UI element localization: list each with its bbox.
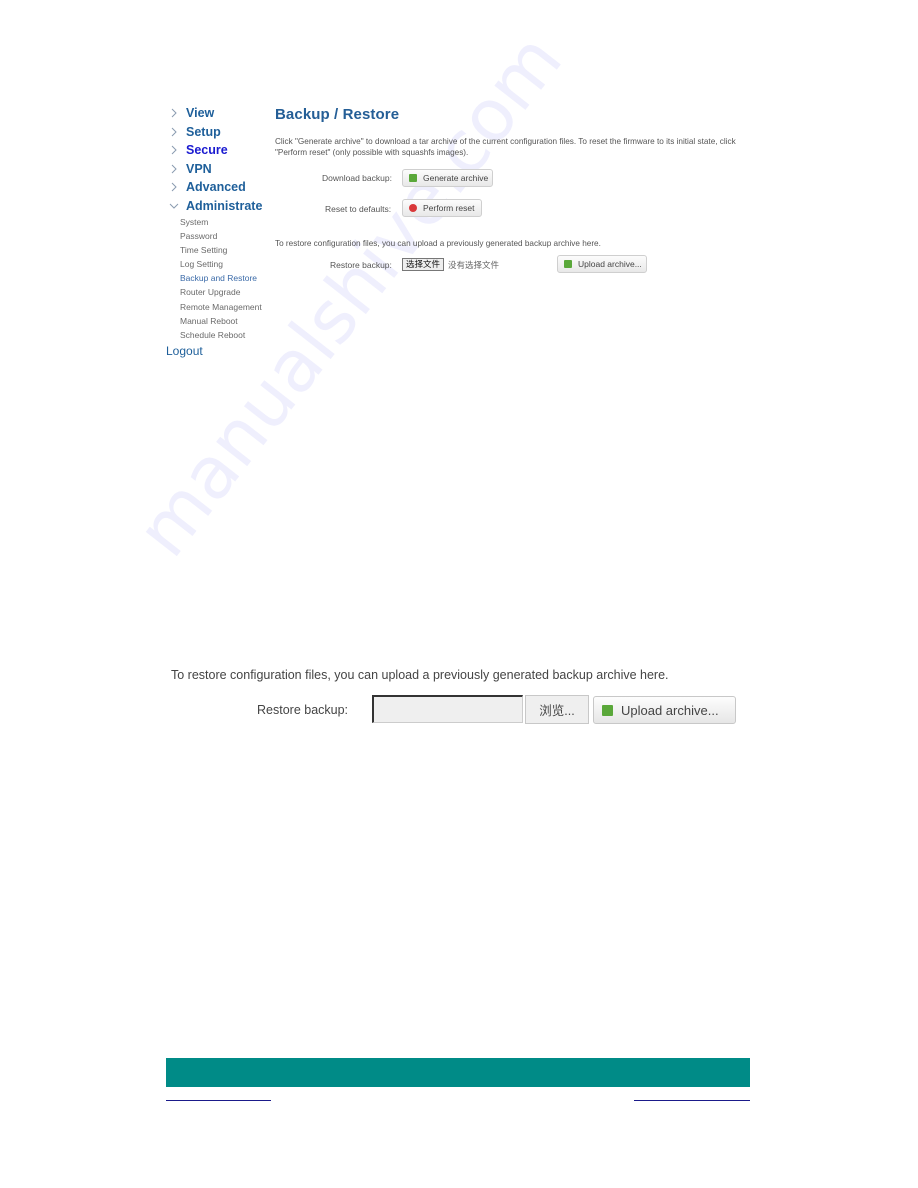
footer-rule-right [634, 1100, 750, 1101]
chevron-right-icon [171, 164, 177, 174]
upload-icon [564, 260, 572, 268]
inset-upload-archive-button[interactable]: Upload archive... [593, 696, 736, 724]
restore-file-input[interactable]: 选择文件 没有选择文件 [402, 258, 499, 271]
main-content: Backup / Restore Click "Generate archive… [275, 106, 750, 158]
sidebar-item-setup[interactable]: Setup [166, 123, 271, 142]
page-title: Backup / Restore [275, 106, 400, 123]
sidebar-item-label: VPN [186, 161, 212, 176]
reset-defaults-label: Reset to defaults: [325, 204, 392, 214]
perform-reset-button[interactable]: Perform reset [402, 199, 482, 217]
sidebar-subitem-backup-and-restore[interactable]: Backup and Restore [180, 271, 271, 285]
download-icon [409, 174, 417, 182]
perform-reset-label: Perform reset [423, 203, 475, 213]
sidebar-subitem-router-upgrade[interactable]: Router Upgrade [180, 285, 271, 299]
sidebar-item-vpn[interactable]: VPN [166, 160, 271, 179]
sidebar-item-label: Secure [186, 143, 228, 158]
sidebar-nav: View Setup Secure VPN Advanced Administr… [166, 104, 271, 358]
inset-file-path-input[interactable] [372, 695, 523, 723]
sidebar-subitem-manual-reboot[interactable]: Manual Reboot [180, 314, 271, 328]
footer-rule-left [166, 1100, 271, 1101]
sidebar-item-label: Setup [186, 124, 221, 139]
inset-restore-description: To restore configuration files, you can … [171, 668, 669, 682]
logout-link[interactable]: Logout [166, 344, 271, 358]
chevron-right-icon [171, 127, 177, 137]
sidebar-item-advanced[interactable]: Advanced [166, 178, 271, 197]
chevron-down-icon [169, 203, 179, 209]
backup-description: Click "Generate archive" to download a t… [275, 137, 736, 157]
no-file-selected-text: 没有选择文件 [448, 259, 500, 270]
generate-archive-label: Generate archive [423, 173, 489, 183]
inset-restore-backup-label: Restore backup: [257, 703, 349, 717]
choose-file-button[interactable]: 选择文件 [402, 258, 445, 271]
upload-archive-label: Upload archive... [578, 259, 642, 269]
sidebar-item-label: Advanced [186, 180, 246, 195]
footer-band [166, 1058, 750, 1087]
chevron-right-icon [171, 108, 177, 118]
chevron-right-icon [171, 145, 177, 155]
upload-icon [602, 704, 613, 716]
sidebar-item-administrate[interactable]: Administrate [166, 197, 271, 216]
sidebar-item-view[interactable]: View [166, 104, 271, 123]
sidebar-subitem-log-setting[interactable]: Log Setting [180, 257, 271, 271]
sidebar-subitem-time-setting[interactable]: Time Setting [180, 243, 271, 257]
sidebar-subitem-system[interactable]: System [180, 215, 271, 229]
inset-browse-button[interactable]: 浏览... [525, 695, 589, 724]
sidebar-item-label: Administrate [186, 198, 263, 213]
sidebar-item-label: View [186, 106, 215, 121]
sidebar-subitem-schedule-reboot[interactable]: Schedule Reboot [180, 328, 271, 342]
sidebar-subitem-remote-management[interactable]: Remote Management [180, 300, 271, 314]
download-backup-label: Download backup: [322, 173, 392, 183]
inset-upload-archive-label: Upload archive... [621, 702, 719, 718]
sidebar-subitem-password[interactable]: Password [180, 229, 271, 243]
generate-archive-button[interactable]: Generate archive [402, 169, 493, 187]
upload-archive-button[interactable]: Upload archive... [557, 255, 647, 273]
reset-icon [409, 204, 417, 212]
chevron-right-icon [171, 182, 177, 192]
sidebar-item-secure[interactable]: Secure [166, 141, 271, 160]
footer-band-notch [746, 1070, 750, 1087]
restore-description: To restore configuration files, you can … [275, 239, 601, 248]
restore-backup-label: Restore backup: [330, 260, 392, 270]
